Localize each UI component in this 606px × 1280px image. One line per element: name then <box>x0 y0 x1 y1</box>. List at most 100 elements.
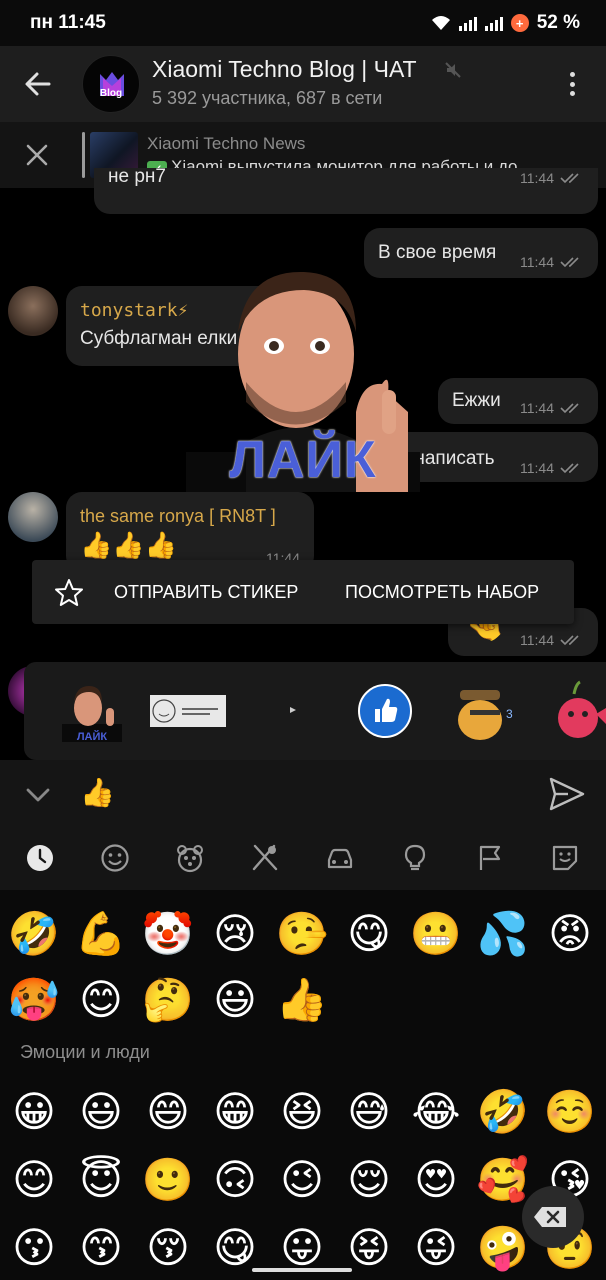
emoji-key[interactable]: 😄 <box>138 1082 198 1142</box>
wifi-icon <box>431 16 450 30</box>
emoji-key[interactable]: 💪 <box>71 904 131 964</box>
flag-icon[interactable] <box>475 843 505 873</box>
status-bar: пн 11:45 + 52 % <box>0 0 606 46</box>
avatar[interactable] <box>8 492 58 542</box>
more-menu-icon[interactable] <box>560 68 584 100</box>
emoji-key[interactable]: 💦 <box>473 904 533 964</box>
emoji-key[interactable]: 🤔 <box>138 970 198 1030</box>
emoji-keyboard[interactable]: 🤣 💪 🤡 😢 🤥 😋 😬 💦 😡 🥵 😊 🤔 😃 👍 Эмоции и люди 😀 😃 😄 😁 😆 😅 😂 🤣 ☺️ 😊… <box>0 890 606 1280</box>
animal-icon[interactable] <box>175 843 205 873</box>
emoji-key[interactable]: 😊 <box>4 1150 64 1210</box>
emoji-key[interactable]: 😅 <box>339 1082 399 1142</box>
message-composer: 👍 <box>0 760 606 826</box>
battery-level: 52 % <box>536 12 580 33</box>
food-icon[interactable] <box>250 843 280 873</box>
emoji-key[interactable]: 😜 <box>406 1218 466 1278</box>
message-bubble[interactable]: не рн7 11:44 <box>94 166 598 214</box>
double-check-icon <box>560 173 579 184</box>
sticker-suggestion[interactable] <box>552 680 606 744</box>
backspace-button[interactable] <box>522 1186 584 1248</box>
emoji-key[interactable]: 😂 <box>406 1082 466 1142</box>
emoji-key[interactable]: 😬 <box>406 904 466 964</box>
message-text: 👍👍👍 <box>80 530 178 560</box>
emoji-key[interactable]: 😍 <box>406 1150 466 1210</box>
avatar-label: Blog <box>99 88 123 99</box>
sticker-icon[interactable] <box>550 843 580 873</box>
emoji-key[interactable]: 😁 <box>205 1082 265 1142</box>
battery-saver-icon: + <box>510 14 529 32</box>
message-bubble[interactable]: Ежжи 11:44 <box>438 378 598 424</box>
message-input[interactable]: 👍 <box>80 776 115 809</box>
message-sender[interactable]: tonystark⚡ <box>80 300 188 321</box>
sticker-suggestion[interactable] <box>290 700 296 713</box>
double-check-icon <box>560 463 579 474</box>
chat-title[interactable]: Xiaomi Techno Blog | ЧАТ <box>152 56 417 83</box>
back-arrow-icon[interactable] <box>20 66 56 102</box>
recent-icon[interactable] <box>25 843 55 873</box>
svg-text:3: 3 <box>506 707 513 721</box>
view-pack-button[interactable]: ПОСМОТРЕТЬ НАБОР <box>345 582 539 603</box>
double-check-icon <box>560 257 579 268</box>
sticker-hamster-icon: 3 <box>458 690 513 740</box>
star-icon[interactable] <box>54 578 84 608</box>
send-icon[interactable] <box>548 776 586 812</box>
message-meta: 11:44 <box>520 632 584 648</box>
avatar[interactable] <box>8 286 58 336</box>
status-icons: + 52 % <box>431 12 580 34</box>
emoji-key[interactable]: 🤡 <box>138 904 198 964</box>
chevron-down-icon[interactable] <box>24 780 52 808</box>
emoji-key[interactable]: 🤣 <box>4 904 64 964</box>
emoji-key[interactable]: 😇 <box>71 1150 131 1210</box>
sticker-caption: ЛАЙК <box>229 431 377 489</box>
emoji-category-tabs <box>0 826 606 890</box>
emoji-key[interactable]: 🙂 <box>138 1150 198 1210</box>
double-check-icon <box>560 403 579 414</box>
sticker-suggestion[interactable] <box>150 695 226 727</box>
status-time: пн 11:45 <box>30 12 106 33</box>
sticker-dot-icon <box>290 707 296 713</box>
close-icon[interactable] <box>24 142 50 168</box>
emoji-key[interactable]: 😃 <box>71 1082 131 1142</box>
send-sticker-button[interactable]: ОТПРАВИТЬ СТИКЕР <box>114 582 298 603</box>
emoji-key[interactable]: ☺️ <box>540 1082 600 1142</box>
emoji-key[interactable]: 🙃 <box>205 1150 265 1210</box>
signal-icon <box>458 15 477 31</box>
sticker-suggestion[interactable] <box>358 684 412 738</box>
emoji-key[interactable]: 😉 <box>272 1150 332 1210</box>
emoji-key[interactable]: 😀 <box>4 1082 64 1142</box>
emoji-key[interactable]: 😚 <box>138 1218 198 1278</box>
thumbs-up-icon <box>375 698 398 722</box>
pinned-accent-bar <box>82 132 85 178</box>
emoji-key[interactable]: 🤥 <box>272 904 332 964</box>
emoji-key[interactable]: 😋 <box>339 904 399 964</box>
smile-icon[interactable] <box>100 843 130 873</box>
pinned-title: Xiaomi Techno News <box>147 134 306 153</box>
emoji-key[interactable]: 😢 <box>205 904 265 964</box>
message-text: Ежжи <box>452 390 501 411</box>
sticker-suggestion[interactable]: 3 <box>450 682 524 742</box>
sticker-suggestions[interactable]: ЛАЙК 3 <box>24 662 606 760</box>
message-time: 11:44 <box>520 170 554 186</box>
emoji-key[interactable]: 😆 <box>272 1082 332 1142</box>
emoji-key[interactable]: 😊 <box>71 970 131 1030</box>
message-meta: 11:44 <box>520 400 584 416</box>
car-icon[interactable] <box>325 843 355 873</box>
bulb-icon[interactable] <box>400 843 430 873</box>
emoji-key[interactable]: 😌 <box>339 1150 399 1210</box>
message-time: 11:44 <box>520 400 554 416</box>
chat-header: Blog Xiaomi Techno Blog | ЧАТ 5 392 учас… <box>0 46 606 122</box>
emoji-key[interactable]: 😙 <box>71 1218 131 1278</box>
message-sender[interactable]: the same ronya [ RN8T ] <box>80 506 276 527</box>
emoji-key[interactable]: 👍 <box>272 970 332 1030</box>
message-meta: 11:44 <box>520 254 584 270</box>
emoji-key[interactable]: 🥵 <box>4 970 64 1030</box>
emoji-key[interactable]: 😃 <box>205 970 265 1030</box>
emoji-key[interactable]: 😡 <box>540 904 600 964</box>
message-time: 11:44 <box>520 460 554 476</box>
sticker-face-icon: ЛАЙК <box>62 686 122 743</box>
emoji-key[interactable]: 😗 <box>4 1218 64 1278</box>
backspace-icon <box>534 1207 566 1227</box>
chat-avatar[interactable]: Blog <box>82 55 140 113</box>
sticker-suggestion[interactable]: ЛАЙК <box>62 678 122 743</box>
emoji-key[interactable]: 🤣 <box>473 1082 533 1142</box>
